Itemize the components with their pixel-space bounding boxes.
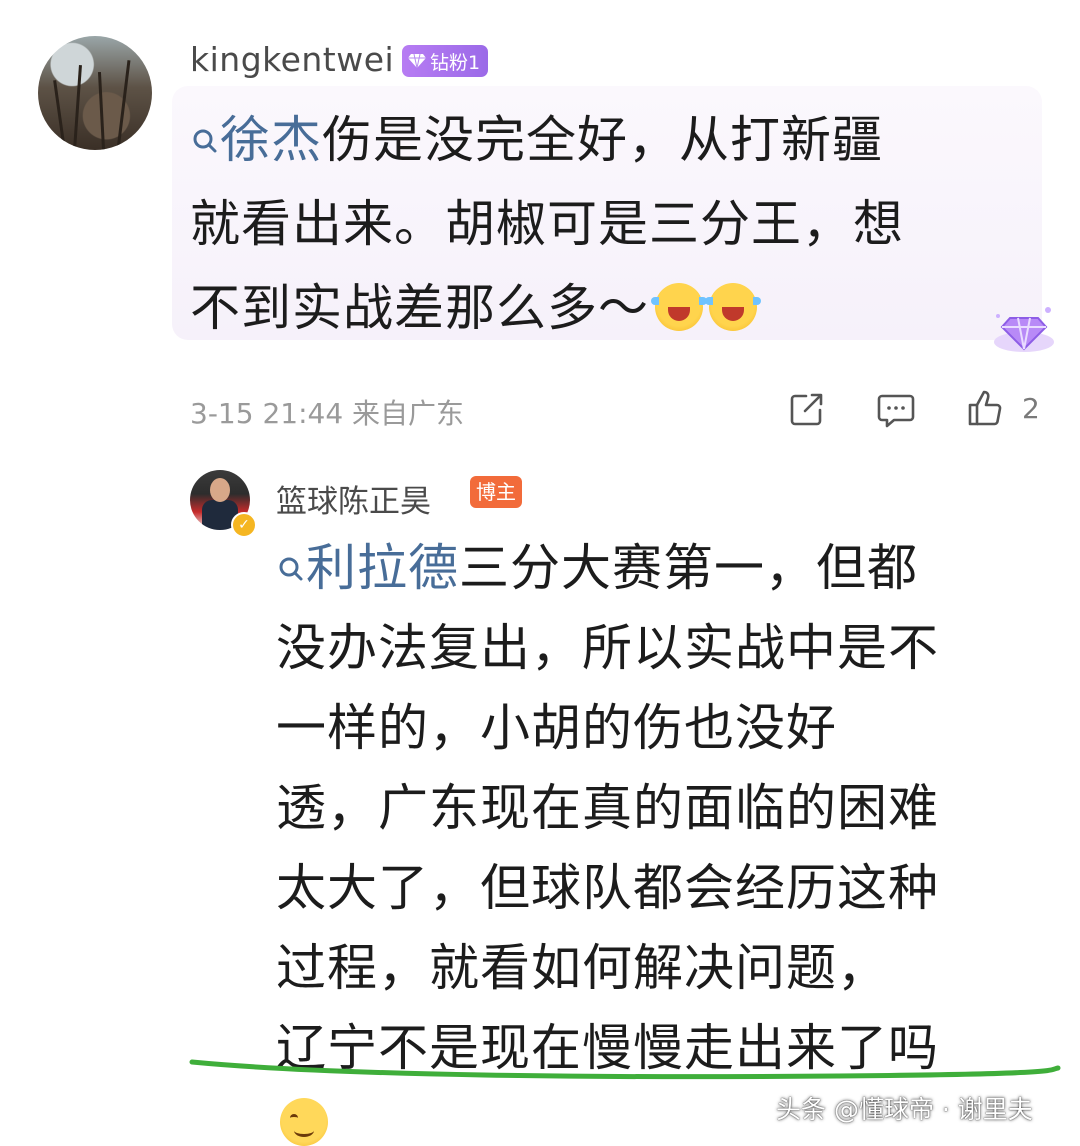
timestamp: 3-15 21:44: [190, 397, 344, 430]
diamond-decoration-icon: [990, 300, 1060, 360]
comment-text: 徐杰伤是没完全好，从打新疆 就看出来。胡椒可是三分王，想 不到实战差那么多～: [190, 98, 1030, 350]
reply-line: 一样的，小胡的伤也没好: [276, 699, 837, 757]
reply-line: 透，广东现在真的面临的困难: [276, 779, 939, 837]
thumbs-up-icon[interactable]: [966, 388, 1006, 428]
share-icon[interactable]: [786, 390, 826, 430]
green-underline-annotation: [188, 1052, 1068, 1092]
comment-meta: 3-15 21:44 来自广东: [190, 392, 464, 432]
search-icon: [276, 530, 306, 581]
reply-text: 利拉德三分大赛第一，但都 没办法复出，所以实战中是不 一样的，小胡的伤也没好 透…: [276, 528, 1066, 1088]
search-icon: [190, 100, 220, 153]
mention-link[interactable]: 利拉德: [306, 539, 459, 597]
user-avatar[interactable]: [38, 36, 152, 150]
blogger-badge: 博主: [470, 476, 522, 508]
watermark: 头条 @懂球帝 · 谢里夫: [776, 1095, 1033, 1124]
replier-username[interactable]: 篮球陈正昊: [276, 476, 431, 521]
reply-line: 三分大赛第一，但都: [459, 539, 918, 597]
laughing-crying-emoji: [705, 283, 761, 331]
reply-line: 太大了，但球队都会经历这种: [276, 859, 939, 917]
reply-line: 没办法复出，所以实战中是不: [276, 619, 939, 677]
username[interactable]: kingkentwei: [190, 40, 394, 79]
reply-line: 过程，就看如何解决问题，: [276, 939, 888, 997]
diamond-icon: [408, 54, 426, 68]
comment-text-line2: 就看出来。胡椒可是三分王，想: [190, 195, 904, 253]
smile-emoji: [280, 1098, 328, 1146]
comment-text-line1: 伤是没完全好，从打新疆: [322, 111, 883, 169]
comment-text-line3: 不到实战差那么多～: [190, 279, 649, 337]
comment-icon[interactable]: [876, 392, 916, 430]
mention-link[interactable]: 徐杰: [220, 111, 322, 169]
location: 来自广东: [352, 397, 465, 430]
fan-level-badge[interactable]: 钻粉1: [402, 45, 489, 77]
fan-badge-label: 钻粉1: [430, 51, 481, 74]
laughing-crying-emoji: [651, 283, 707, 331]
verified-check-icon: ✓: [231, 512, 257, 538]
like-count: 2: [1022, 392, 1040, 425]
